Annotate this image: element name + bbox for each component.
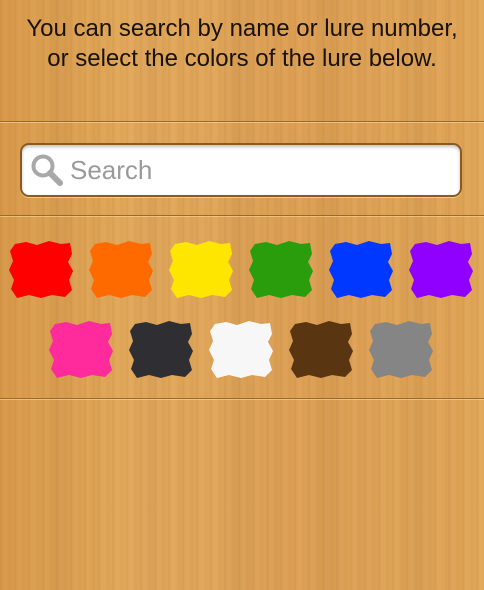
color-swatch-red[interactable] xyxy=(8,240,74,300)
color-swatch-gray[interactable] xyxy=(368,320,434,380)
color-swatch-brown[interactable] xyxy=(288,320,354,380)
divider-middle xyxy=(0,215,484,216)
search-icon xyxy=(31,154,63,186)
divider-top xyxy=(0,121,484,122)
color-swatch-orange[interactable] xyxy=(88,240,154,300)
divider-bottom xyxy=(0,398,484,399)
color-swatch-black[interactable] xyxy=(128,320,194,380)
color-swatch-pink[interactable] xyxy=(48,320,114,380)
color-swatch-green[interactable] xyxy=(248,240,314,300)
color-swatch-purple[interactable] xyxy=(408,240,474,300)
color-swatch-white[interactable] xyxy=(208,320,274,380)
color-swatch-blue[interactable] xyxy=(328,240,394,300)
instructions-text: You can search by name or lure number, o… xyxy=(26,15,458,72)
color-swatch-yellow[interactable] xyxy=(168,240,234,300)
search-input[interactable] xyxy=(70,154,430,186)
search-box[interactable] xyxy=(20,143,462,197)
